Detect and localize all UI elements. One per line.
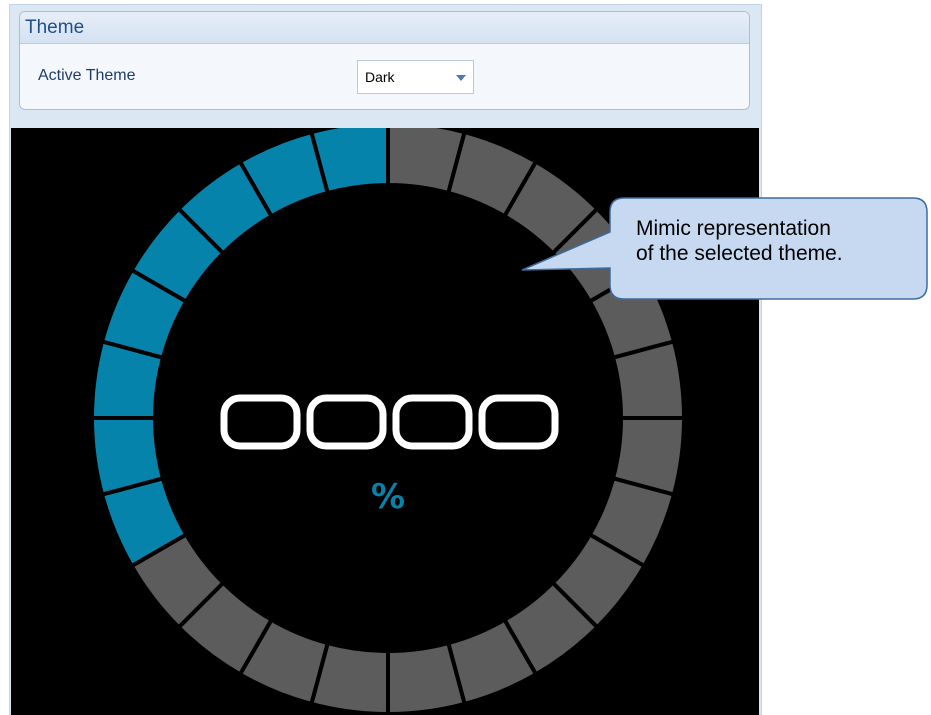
- gauge-segment-active: [89, 416, 166, 498]
- gauge-segment-inactive: [386, 640, 468, 715]
- gauge-segment-inactive: [610, 338, 687, 420]
- gauge-digit: [220, 394, 301, 450]
- theme-group-box: Theme Active Theme Dark: [19, 11, 750, 110]
- callout-text: Mimic representation of the selected the…: [636, 216, 926, 266]
- active-theme-value: Dark: [365, 69, 395, 85]
- active-theme-dropdown[interactable]: Dark: [357, 60, 474, 94]
- chevron-down-icon[interactable]: [456, 75, 466, 81]
- gauge-unit: %: [371, 477, 405, 517]
- gauge-digit: [306, 394, 387, 450]
- gauge-digit: [392, 394, 473, 450]
- active-theme-label: Active Theme: [38, 67, 136, 84]
- callout-line-1: Mimic representation: [636, 217, 831, 240]
- group-title: Theme: [20, 12, 749, 44]
- gauge-digit: [478, 394, 559, 450]
- callout-line-2: of the selected theme.: [636, 242, 843, 265]
